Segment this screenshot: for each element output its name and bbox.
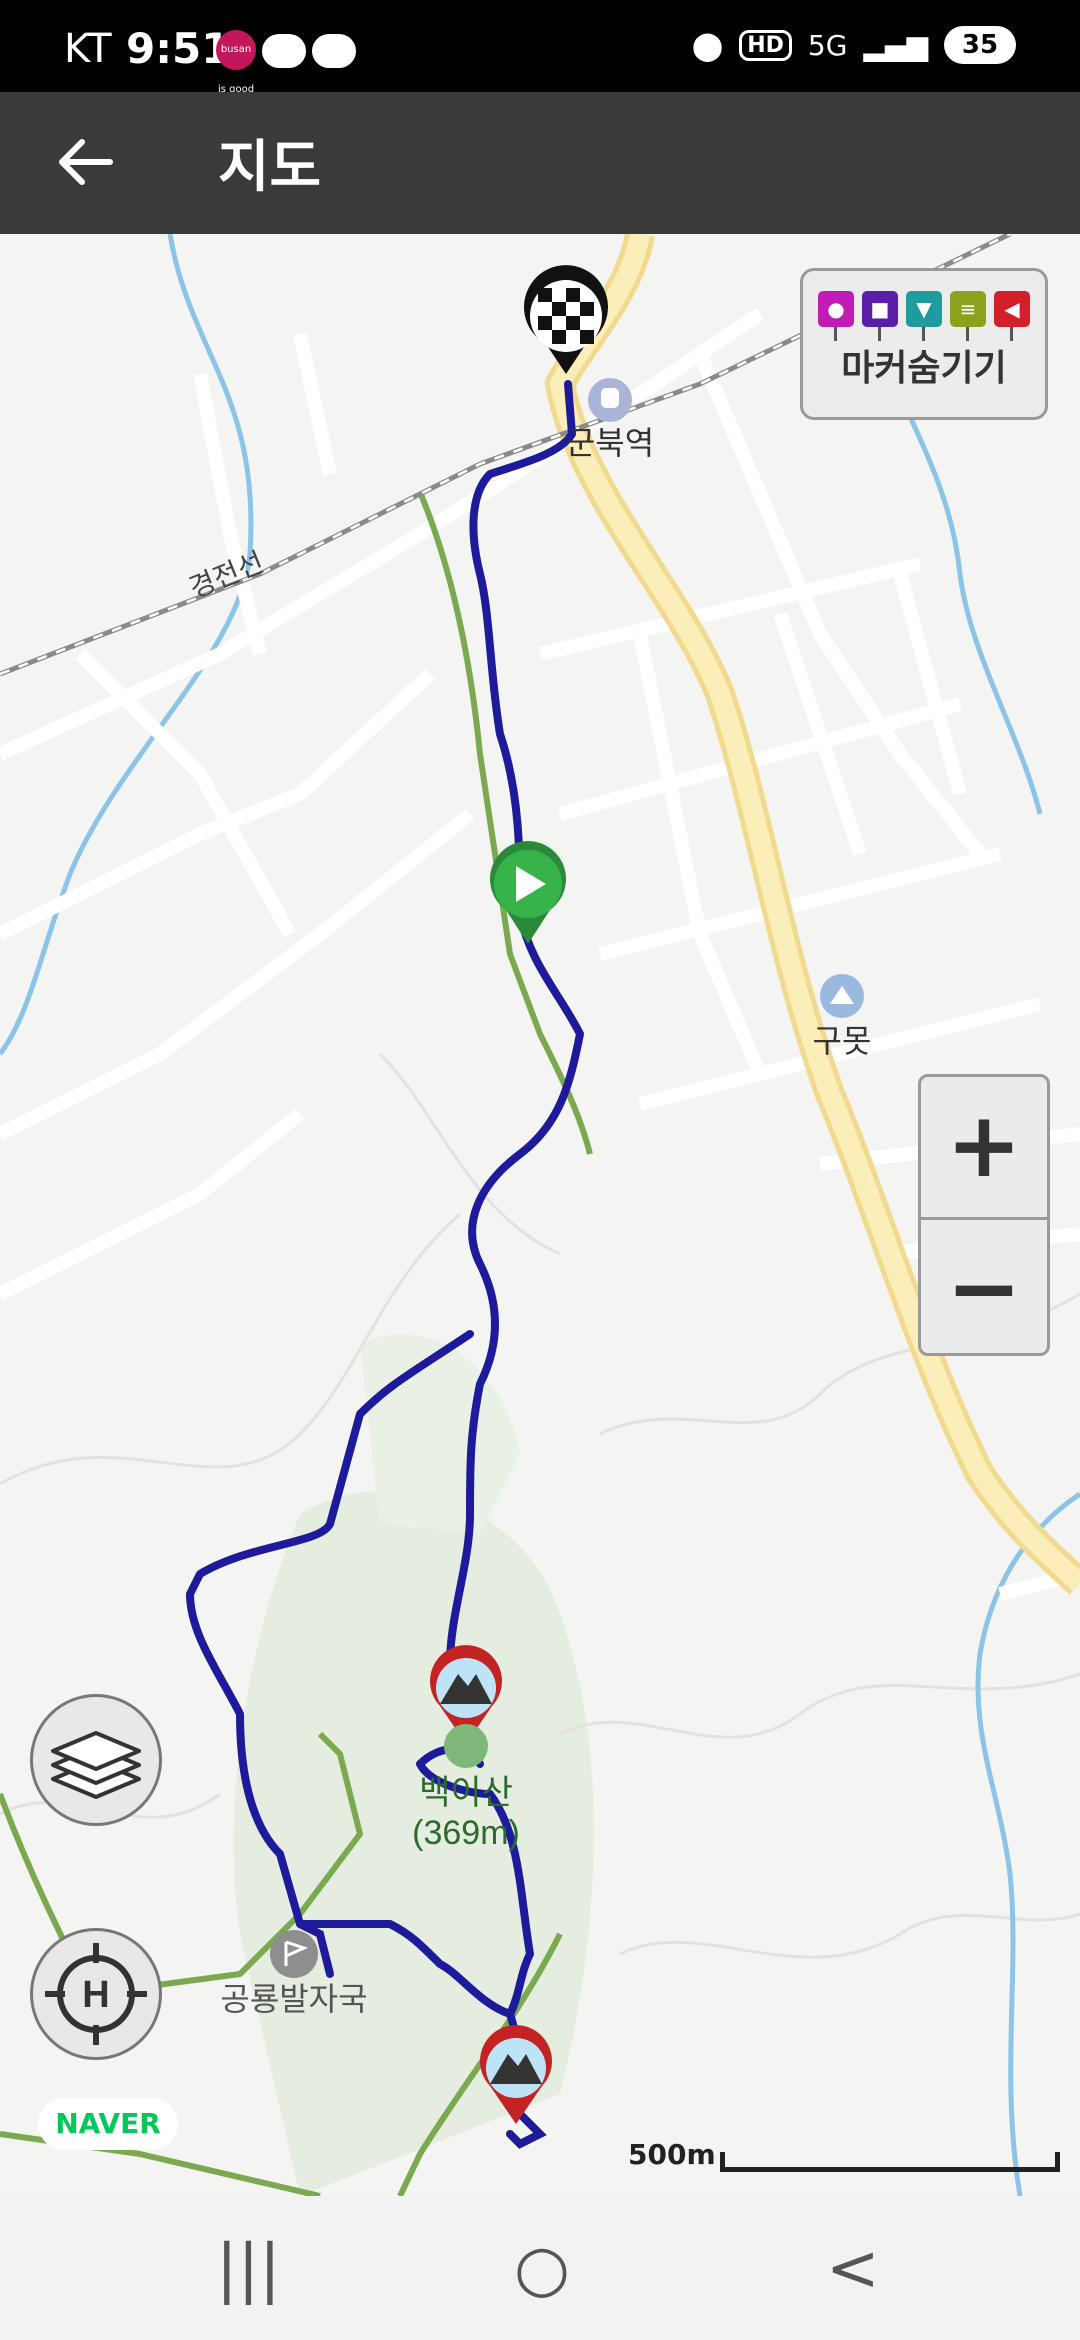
landmark-label: 공룡발자국: [220, 1981, 367, 2017]
zoom-in-button[interactable]: +: [921, 1077, 1047, 1215]
system-nav-bar: ||| ○ <: [0, 2196, 1080, 2340]
pond-label: 구못: [813, 1023, 872, 1059]
hd-voice-icon: HD: [739, 29, 792, 61]
system-icons: ⬤ HD 5G ▂▄▆ 35: [692, 26, 1016, 64]
5g-icon: 5G: [807, 28, 848, 62]
notification-icons: busan is good: [216, 30, 356, 95]
zoom-control: + −: [918, 1074, 1050, 1356]
carrier-label: KT: [64, 26, 112, 72]
flag-icon: ◀: [994, 291, 1030, 341]
video-icon: ■: [862, 291, 898, 341]
page-title: 지도: [218, 135, 322, 200]
station-label: 군북역: [566, 425, 654, 461]
note-icon: ≡: [950, 291, 986, 341]
scale-bar: [720, 2152, 1060, 2172]
camera-icon: ●: [818, 291, 854, 341]
hide-markers-button[interactable]: ● ■ ▼ ≡ ◀ 마커숨기기: [800, 268, 1048, 420]
scale-label: 500m: [628, 2138, 716, 2171]
hide-markers-label: 마커숨기기: [841, 348, 1007, 389]
back-arrow-icon[interactable]: [52, 128, 120, 196]
busan-app-icon: busan is good: [216, 30, 256, 95]
pin-icon: ▼: [906, 291, 942, 341]
peak-name-label: 백이산: [419, 1774, 513, 1812]
clock: 9:51: [126, 24, 231, 73]
cloud-icon-2: [312, 34, 356, 68]
finish-marker[interactable]: [524, 265, 608, 374]
battery-icon: 35: [944, 26, 1016, 64]
map-view[interactable]: 군북역 구못 경전선 백이산 (369m) 공룡발자국 ● ■ ▼ ≡ ◀ 마커…: [0, 234, 1080, 2196]
svg-text:H: H: [82, 1974, 109, 2016]
cloud-icon: [262, 34, 306, 68]
rail-line-label: 경전선: [185, 546, 268, 604]
zoom-out-button[interactable]: −: [921, 1217, 1047, 1355]
status-bar: KT 9:51 busan is good ⬤ HD 5G ▂▄▆ 35: [0, 0, 1080, 95]
crosshair-h-icon: H: [45, 1943, 147, 2045]
my-location-button[interactable]: H: [30, 1928, 162, 2060]
peak-height-label: (369m): [412, 1814, 520, 1852]
nav-back-button[interactable]: <: [826, 2232, 880, 2306]
home-button[interactable]: ○: [514, 2232, 570, 2306]
naver-attribution[interactable]: NAVER: [38, 2098, 178, 2150]
peak-icon: [444, 1724, 488, 1768]
app-header: 지도: [0, 92, 1080, 234]
recent-apps-button[interactable]: |||: [216, 2232, 281, 2306]
signal-icon: ▂▄▆: [863, 28, 928, 62]
layers-icon: [51, 1731, 141, 1799]
start-marker[interactable]: [490, 841, 566, 944]
layers-button[interactable]: [30, 1694, 162, 1826]
location-icon: ⬤: [691, 28, 724, 62]
